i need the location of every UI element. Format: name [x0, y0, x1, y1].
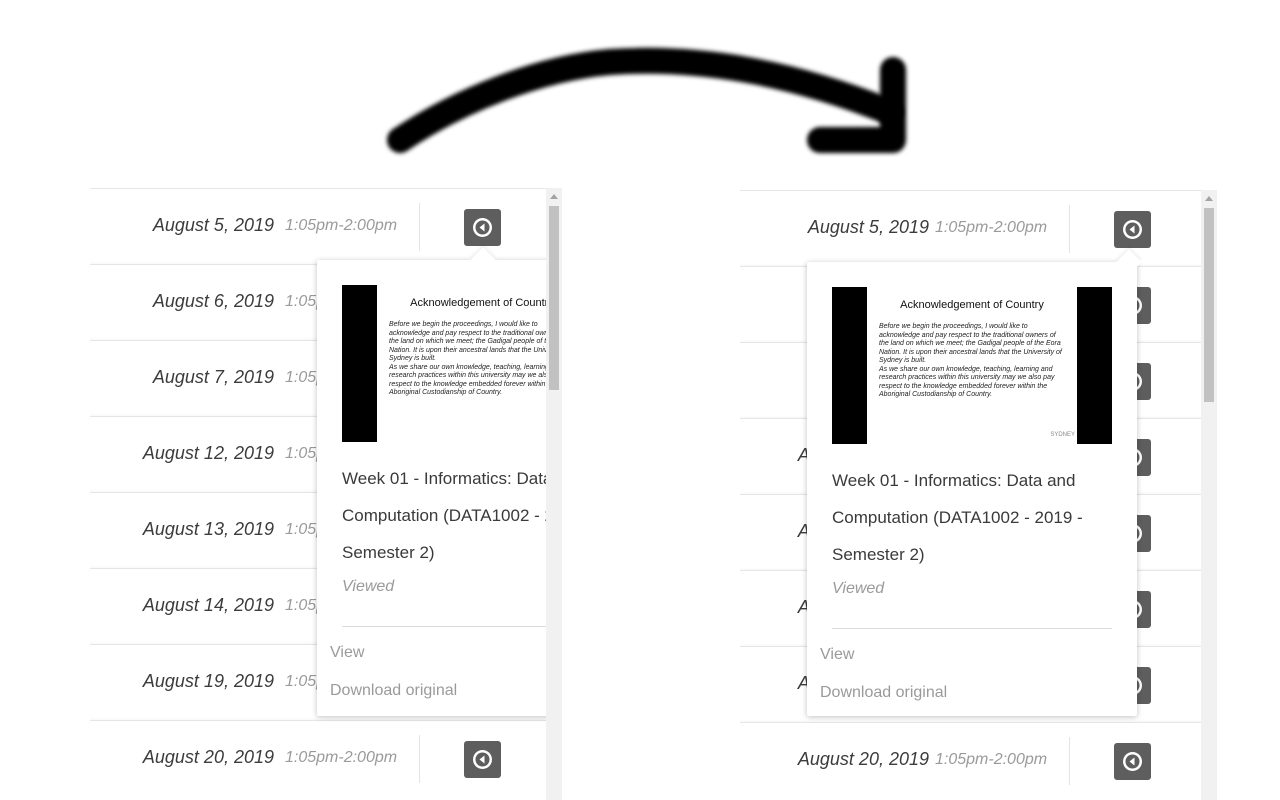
recording-title: Week 01 - Informatics: Data and Computat… — [832, 471, 1083, 564]
session-date: August 19, 2019 — [142, 671, 274, 691]
slide-title: Acknowledgement of Country — [410, 297, 554, 309]
university-logo: SYDNEY — [1050, 432, 1075, 438]
video-thumbnail[interactable]: Acknowledgement of Country Before we beg… — [342, 285, 562, 442]
play-icon — [1123, 220, 1142, 239]
viewed-status: Viewed — [342, 578, 395, 595]
divider — [1069, 205, 1070, 253]
divider — [342, 626, 562, 627]
slide-paragraph: As we share our own knowledge, teaching,… — [879, 365, 1055, 399]
slide-paragraph: Before we begin the proceedings, I would… — [879, 323, 1062, 364]
recording-popup: Acknowledgement of Country Before we beg… — [317, 247, 562, 716]
session-date: August 13, 2019 — [142, 519, 274, 539]
session-date: August 5, 2019 — [152, 215, 274, 235]
session-time: 1:05pm-2:00pm — [285, 217, 398, 234]
list-item: August 20, 2019 1:05pm-2:00pm — [740, 722, 1201, 799]
divider — [419, 203, 420, 251]
session-date: August 6, 2019 — [152, 291, 274, 311]
list-item: August 20, 2019 1:05pm-2:00pm — [90, 720, 546, 797]
scroll-up-icon[interactable] — [1205, 196, 1213, 201]
session-time: 1:05pm-2:00pm — [935, 219, 1048, 236]
play-button[interactable] — [1114, 743, 1151, 780]
play-icon — [1123, 752, 1142, 771]
session-date: August 20, 2019 — [142, 747, 274, 767]
slide-title: Acknowledgement of Country — [900, 299, 1044, 311]
slide-preview: Acknowledgement of Country Before we beg… — [867, 287, 1077, 444]
divider — [1069, 737, 1070, 785]
play-button[interactable] — [464, 209, 501, 246]
slide-body: Before we begin the proceedings, I would… — [879, 323, 1067, 400]
download-original-link[interactable]: Download original — [330, 682, 457, 700]
download-original-link[interactable]: Download original — [820, 684, 947, 702]
divider — [419, 735, 420, 783]
slide-paragraph: Before we begin the proceedings, I would… — [389, 321, 562, 362]
session-date: August 7, 2019 — [152, 367, 274, 387]
divider — [832, 628, 1112, 629]
scroll-up-icon[interactable] — [550, 194, 558, 199]
play-button[interactable] — [1114, 211, 1151, 248]
slide-preview: Acknowledgement of Country Before we beg… — [377, 285, 562, 442]
slide-body: Before we begin the proceedings, I would… — [389, 321, 562, 398]
play-icon — [473, 218, 492, 237]
scrollbar-thumb[interactable] — [549, 206, 559, 390]
scrollbar[interactable] — [1201, 190, 1217, 800]
schedule-panel-after: August 5, 2019 1:05pm-2:00pm August 6, 2… — [740, 190, 1217, 800]
play-icon — [473, 750, 492, 769]
session-date: August 12, 2019 — [142, 443, 274, 463]
video-thumbnail[interactable]: Acknowledgement of Country Before we beg… — [832, 287, 1112, 444]
session-date: August 14, 2019 — [142, 595, 274, 615]
scrollbar[interactable] — [546, 188, 562, 800]
view-link[interactable]: View — [820, 646, 854, 664]
viewed-status: Viewed — [832, 580, 885, 597]
session-time: 1:05pm-2:00pm — [285, 749, 398, 766]
recording-title: Week 01 - Informatics: Data and Computat… — [342, 469, 562, 562]
session-date: August 5, 2019 — [807, 217, 929, 237]
arrow-annotation-icon — [387, 47, 906, 153]
scrollbar-thumb[interactable] — [1204, 208, 1214, 402]
schedule-panel-before: August 5, 2019 1:05pm-2:00pm August 6, 2… — [90, 188, 562, 800]
session-date: August 20, 2019 — [797, 749, 929, 769]
recording-popup: Acknowledgement of Country Before we beg… — [807, 249, 1142, 716]
play-button[interactable] — [464, 741, 501, 778]
view-link[interactable]: View — [330, 644, 364, 662]
slide-paragraph: As we share our own knowledge, teaching,… — [389, 363, 562, 397]
session-time: 1:05pm-2:00pm — [935, 751, 1048, 768]
